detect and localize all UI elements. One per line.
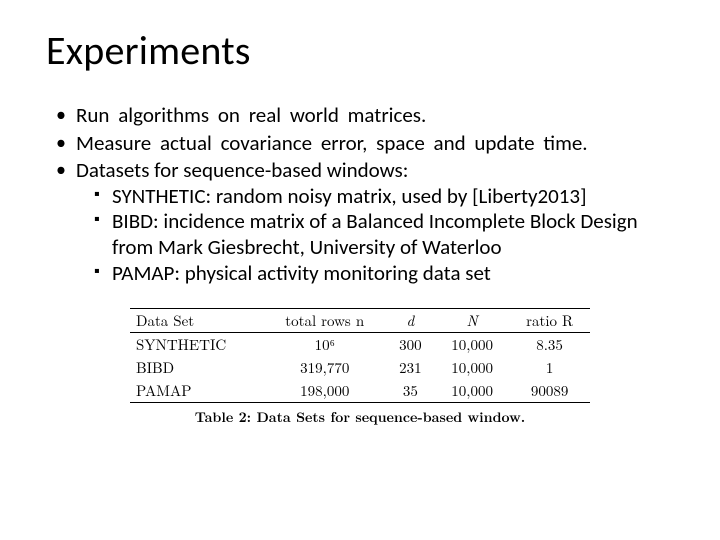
table-header-row: Data Set total rows n d N ratio R [130, 309, 590, 333]
slide-title: Experiments [46, 26, 674, 75]
data-table-wrap: Data Set total rows n d N ratio R SYNTHE… [130, 308, 590, 427]
table-cell: 10,000 [435, 333, 509, 357]
sub-bullet-list: SYNTHETIC: random noisy matrix, used by … [76, 184, 674, 286]
bullet-item: Datasets for sequence-based windows: SYN… [56, 158, 674, 286]
table-cell: BIBD [130, 356, 264, 379]
table-cell: PAMAP [130, 379, 264, 403]
bullet-item: Run algorithms on real world matrices. [56, 103, 674, 129]
table-row: PAMAP 198,000 35 10,000 90089 [130, 379, 590, 403]
sub-bullet-item: PAMAP: physical activity monitoring data… [94, 261, 674, 287]
table-cell: 10,000 [435, 356, 509, 379]
table-cell: 1 [509, 356, 590, 379]
table-cell: 198,000 [264, 379, 386, 403]
table-cell: SYNTHETIC [130, 333, 264, 357]
table-cell: 10⁶ [264, 333, 386, 357]
col-header: N [435, 309, 509, 333]
table-cell: 319,770 [264, 356, 386, 379]
table-cell: 10,000 [435, 379, 509, 403]
col-header: total rows n [264, 309, 386, 333]
bullet-list: Run algorithms on real world matrices. M… [46, 103, 674, 286]
table-row: SYNTHETIC 10⁶ 300 10,000 8.35 [130, 333, 590, 357]
col-header: ratio R [509, 309, 590, 333]
col-header: Data Set [130, 309, 264, 333]
table-cell: 35 [386, 379, 435, 403]
table-cell: 90089 [509, 379, 590, 403]
bullet-item: Measure actual covariance error, space a… [56, 131, 674, 157]
table-cell: 8.35 [509, 333, 590, 357]
bullet-text: Datasets for sequence-based windows: [76, 157, 408, 183]
col-header: d [386, 309, 435, 333]
data-table: Data Set total rows n d N ratio R SYNTHE… [130, 308, 590, 403]
sub-bullet-item: SYNTHETIC: random noisy matrix, used by … [94, 184, 674, 210]
table-row: BIBD 319,770 231 10,000 1 [130, 356, 590, 379]
table-caption: Table 2: Data Sets for sequence-based wi… [130, 407, 590, 427]
table-cell: 300 [386, 333, 435, 357]
slide: Experiments Run algorithms on real world… [0, 0, 720, 540]
sub-bullet-item: BIBD: incidence matrix of a Balanced Inc… [94, 209, 674, 260]
table-cell: 231 [386, 356, 435, 379]
